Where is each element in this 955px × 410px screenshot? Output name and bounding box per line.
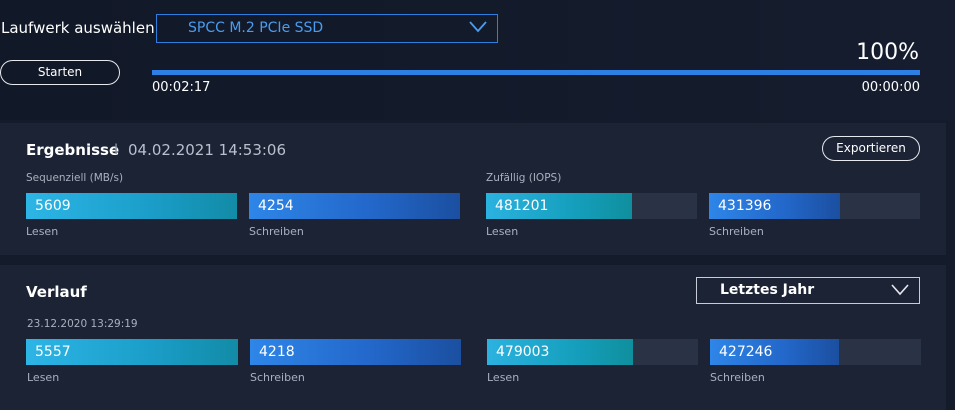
- elapsed-time: 00:02:17: [152, 80, 211, 95]
- results-panel: Ergebnisse I 04.02.2021 14:53:06 Exporti…: [0, 123, 946, 255]
- start-button[interactable]: Starten: [0, 60, 120, 85]
- export-button[interactable]: Exportieren: [822, 136, 920, 161]
- hist-seq-read-value: 5557: [35, 344, 71, 360]
- random-label: Zufällig (IOPS): [486, 172, 562, 184]
- hist-seq-read-caption: Lesen: [27, 371, 60, 384]
- seq-write-caption: Schreiben: [249, 225, 304, 238]
- rnd-read-value: 481201: [495, 198, 549, 214]
- progress-percent: 100%: [856, 40, 919, 65]
- title-separator: I: [114, 142, 119, 158]
- hist-rnd-read-caption: Lesen: [487, 371, 520, 384]
- drive-select-value: SPCC M.2 PCIe SSD: [188, 20, 324, 36]
- rnd-write-bar: 431396: [709, 193, 920, 219]
- progress-bar-fill: [152, 70, 920, 75]
- progress-bar: [152, 70, 920, 75]
- hist-seq-write-value: 4218: [259, 344, 295, 360]
- seq-read-bar: 5609: [26, 193, 237, 219]
- seq-write-value: 4254: [258, 198, 294, 214]
- remaining-time: 00:00:00: [861, 80, 920, 95]
- history-range-value: Letztes Jahr: [720, 282, 815, 298]
- test-header: Laufwerk auswählen SPCC M.2 PCIe SSD Sta…: [0, 0, 955, 120]
- hist-seq-read-bar: 5557: [26, 339, 238, 365]
- hist-seq-write-bar: 4218: [250, 339, 461, 365]
- history-panel: Verlauf Letztes Jahr 23.12.2020 13:29:19…: [0, 265, 946, 410]
- chevron-down-icon: [891, 284, 909, 296]
- sequential-label: Sequenziell (MB/s): [26, 172, 124, 184]
- seq-write-bar: 4254: [249, 193, 460, 219]
- results-title: Ergebnisse: [26, 141, 120, 159]
- history-range-select[interactable]: Letztes Jahr: [696, 277, 920, 304]
- hist-rnd-read-value: 479003: [496, 344, 550, 360]
- rnd-read-bar: 481201: [486, 193, 697, 219]
- history-timestamp: 23.12.2020 13:29:19: [27, 318, 138, 330]
- drive-select[interactable]: SPCC M.2 PCIe SSD: [156, 14, 498, 43]
- rnd-read-caption: Lesen: [486, 225, 519, 238]
- hist-rnd-read-bar: 479003: [487, 339, 698, 365]
- hist-rnd-write-value: 427246: [719, 344, 773, 360]
- rnd-write-value: 431396: [718, 198, 772, 214]
- hist-seq-write-caption: Schreiben: [250, 371, 305, 384]
- history-title: Verlauf: [26, 283, 87, 301]
- hist-rnd-write-bar: 427246: [710, 339, 921, 365]
- results-timestamp: 04.02.2021 14:53:06: [128, 141, 287, 159]
- seq-read-caption: Lesen: [26, 225, 59, 238]
- seq-read-value: 5609: [35, 198, 71, 214]
- chevron-down-icon: [469, 21, 487, 33]
- drive-select-label: Laufwerk auswählen: [1, 19, 155, 37]
- hist-rnd-write-caption: Schreiben: [710, 371, 765, 384]
- rnd-write-caption: Schreiben: [709, 225, 764, 238]
